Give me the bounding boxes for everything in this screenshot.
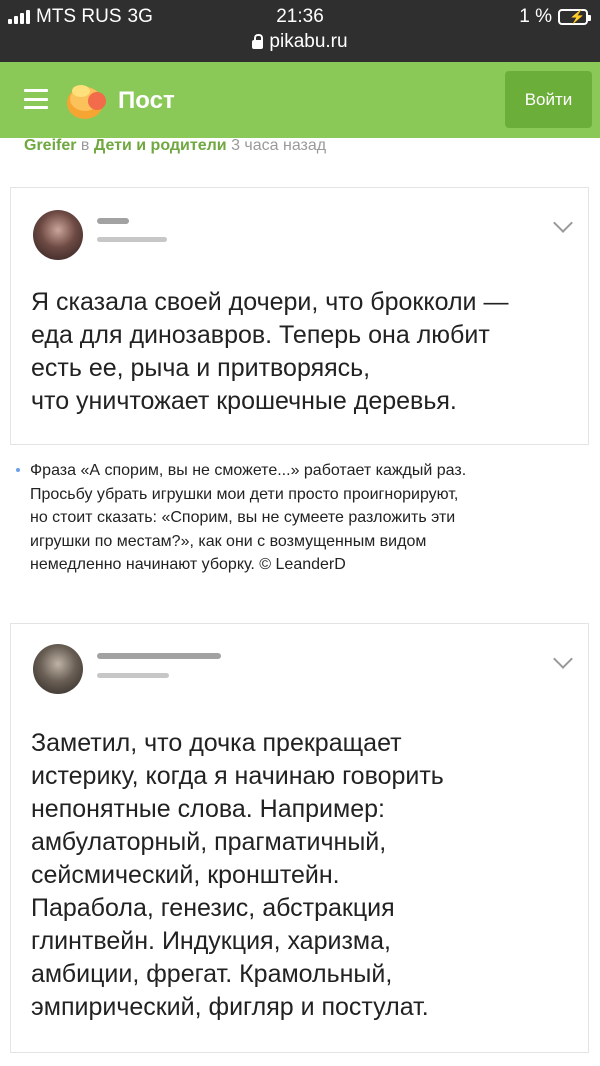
post-meta: Greifer в Дети и родители 3 часа назад — [24, 137, 326, 155]
quote-line: Фраза «А спорим, вы не сможете...» работ… — [30, 462, 467, 479]
hamburger-icon[interactable] — [24, 89, 48, 109]
blurred-username — [97, 218, 129, 224]
avatar — [33, 644, 83, 694]
url-text: pikabu.ru — [269, 31, 348, 52]
battery-icon: ⚡ — [558, 9, 591, 25]
tweet-text: Заметил, что дочка прекращает истерику, … — [31, 729, 444, 1021]
lock-icon — [252, 34, 264, 49]
battery-percent: 1 % — [519, 6, 552, 27]
quote-line: Просьбу убрать игрушки мои дети просто п… — [30, 485, 459, 503]
avatar — [33, 210, 83, 260]
community-link[interactable]: Дети и родители — [94, 137, 227, 154]
battery-info: 1 % ⚡ — [519, 6, 591, 28]
page-title: Пост — [118, 87, 175, 114]
clock: 21:36 — [276, 6, 324, 27]
quote-block: Фраза «А спорим, вы не сможете...» работ… — [16, 459, 582, 577]
blurred-handle — [97, 673, 169, 678]
blurred-username — [97, 653, 221, 659]
bullet-icon — [16, 468, 20, 472]
quote-line: игрушки по местам?», как они с возмущенн… — [30, 532, 427, 550]
meta-preposition: в — [80, 137, 90, 154]
site-header: Пост Войти — [0, 62, 600, 138]
chevron-down-icon[interactable] — [553, 649, 573, 669]
login-button[interactable]: Войти — [505, 71, 592, 128]
quote-line: немедленно начинают уборку. © LeanderD — [30, 556, 346, 573]
post-time: 3 часа назад — [231, 137, 327, 154]
blurred-handle — [97, 237, 167, 242]
author-link[interactable]: Greifer — [24, 137, 76, 154]
tweet-card: Заметил, что дочка прекращает истерику, … — [10, 623, 589, 1053]
address-bar[interactable]: pikabu.ru — [0, 31, 600, 53]
tweet-text: Я сказала своей дочери, что брокколи — е… — [31, 288, 509, 415]
chevron-down-icon[interactable] — [553, 213, 573, 233]
pikabu-logo-icon[interactable] — [63, 75, 111, 123]
status-bar: MTS RUS 3G 21:36 1 % ⚡ pikabu.ru — [0, 0, 600, 62]
tweet-card: Я сказала своей дочери, что брокколи — е… — [10, 187, 589, 445]
quote-line: но стоит сказать: «Спорим, вы не сумеете… — [30, 509, 456, 526]
